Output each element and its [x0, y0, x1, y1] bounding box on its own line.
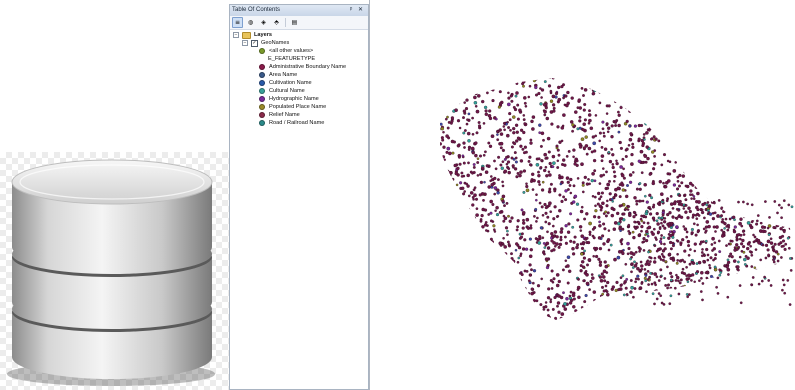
- legend-item[interactable]: Cultural Name: [259, 87, 305, 95]
- legend-symbol-icon: [259, 96, 265, 102]
- legend-label: Hydrographic Name: [269, 96, 319, 102]
- options-button[interactable]: ▤: [289, 17, 300, 28]
- list-by-selection-button[interactable]: ⬘: [271, 17, 282, 28]
- legend-item[interactable]: Road / Railroad Name: [259, 119, 324, 127]
- legend-symbol-icon: [259, 104, 265, 110]
- list-by-source-button[interactable]: ◍: [245, 17, 256, 28]
- legend-symbol-icon: [259, 64, 265, 70]
- legend-item[interactable]: <all other values>: [259, 47, 313, 55]
- map-display[interactable]: [370, 0, 795, 390]
- legend-label: Area Name: [269, 72, 298, 78]
- database-icon: [7, 159, 215, 386]
- legend-item[interactable]: Relief Name: [259, 111, 300, 119]
- legend-item[interactable]: Administrative Boundary Name: [259, 63, 346, 71]
- legend-label: <all other values>: [269, 48, 314, 54]
- database-image: [0, 152, 230, 390]
- list-by-visibility-button[interactable]: ◈: [258, 17, 269, 28]
- legend-label: Relief Name: [269, 112, 300, 118]
- legend-label: E_FEATURETYPE: [268, 56, 316, 62]
- legend-label: Road / Railroad Name: [269, 120, 325, 126]
- toc-toolbar: ≡ ◍ ◈ ⬘ ▤: [230, 16, 368, 30]
- layers-label: Layers: [254, 32, 273, 38]
- layer-name: GeoNames: [261, 40, 290, 46]
- toc-title-bar: Table Of Contents ᵖ ✕: [230, 5, 368, 16]
- list-by-drawing-order-button[interactable]: ≡: [232, 17, 243, 28]
- layer-row-geonames[interactable]: − ✓ GeoNames: [242, 39, 289, 47]
- legend-item[interactable]: E_FEATURETYPE: [268, 55, 315, 63]
- legend-item[interactable]: Area Name: [259, 71, 297, 79]
- legend-label: Cultural Name: [269, 88, 305, 94]
- legend-label: Populated Place Name: [269, 104, 327, 110]
- toc-title: Table Of Contents: [232, 7, 281, 13]
- legend-label: Cultivation Name: [269, 80, 312, 86]
- title-bar-buttons[interactable]: ᵖ ✕: [350, 5, 365, 16]
- legend-item[interactable]: Hydrographic Name: [259, 95, 319, 103]
- legend-symbol-icon: [259, 88, 265, 94]
- legend-symbol-icon: [259, 48, 265, 54]
- layer-visibility-checkbox[interactable]: ✓: [251, 39, 258, 47]
- legend-symbol-icon: [259, 72, 265, 78]
- legend-label: Administrative Boundary Name: [269, 64, 347, 70]
- layers-row[interactable]: − Layers: [233, 31, 272, 39]
- point-cloud-map: [440, 78, 794, 320]
- legend-symbol-icon: [259, 80, 265, 86]
- legend-symbol-icon: [259, 112, 265, 118]
- toolbar-separator: [285, 18, 286, 27]
- legend-symbol-icon: [259, 120, 265, 126]
- legend-item[interactable]: Populated Place Name: [259, 103, 326, 111]
- table-of-contents-window: Table Of Contents ᵖ ✕ ≡ ◍ ◈ ⬘ ▤ − Layers − ✓…: [229, 4, 369, 390]
- collapse-icon[interactable]: −: [242, 40, 248, 46]
- legend-item[interactable]: Cultivation Name: [259, 79, 312, 87]
- collapse-icon[interactable]: −: [233, 32, 239, 38]
- folder-icon: [242, 31, 251, 39]
